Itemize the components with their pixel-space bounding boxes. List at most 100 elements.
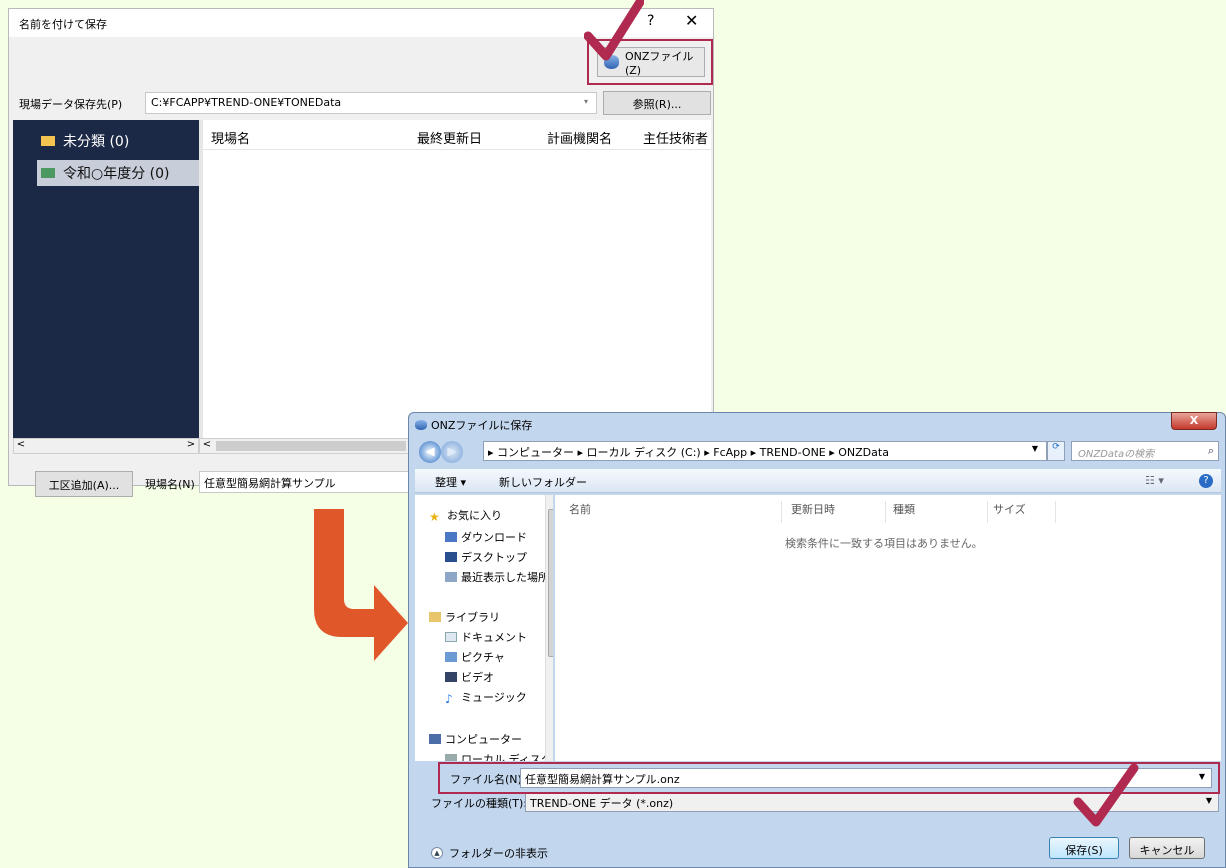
forward-icon[interactable]: ▶ bbox=[441, 441, 463, 463]
col-engineer[interactable]: 主任技術者 bbox=[643, 128, 708, 147]
onz-file-button[interactable]: ONZファイル(Z) bbox=[597, 47, 705, 77]
list-hscroll[interactable]: < bbox=[199, 438, 411, 454]
chevron-up-icon[interactable]: ▲ bbox=[431, 847, 443, 859]
browse-button[interactable]: 参照(R)... bbox=[603, 91, 711, 115]
filename-label: ファイル名(N): bbox=[450, 773, 526, 786]
col-modified[interactable]: 更新日時 bbox=[791, 501, 835, 517]
add-section-button[interactable]: 工区追加(A)... bbox=[35, 471, 133, 497]
col-name[interactable]: 名前 bbox=[569, 501, 591, 517]
onz-button-label: ONZファイル(Z) bbox=[624, 49, 694, 77]
back-icon[interactable]: ◀ bbox=[419, 441, 441, 463]
column-divider[interactable] bbox=[885, 501, 886, 523]
recent-places-icon bbox=[445, 572, 457, 582]
cancel-button[interactable]: キャンセル bbox=[1129, 837, 1205, 859]
breadcrumb[interactable]: ▸ コンピューター ▸ ローカル ディスク (C:) ▸ FcApp ▸ TRE… bbox=[488, 446, 889, 459]
help-icon[interactable]: ? bbox=[1199, 474, 1213, 488]
chevron-down-icon[interactable]: ▼ bbox=[1032, 444, 1038, 453]
address-bar[interactable]: ▸ コンピューター ▸ ローカル ディスク (C:) ▸ FcApp ▸ TRE… bbox=[483, 441, 1047, 461]
nav-recent[interactable]: 最近表示した場所 bbox=[445, 569, 549, 585]
star-icon: ★ bbox=[429, 510, 440, 524]
chevron-down-icon[interactable]: ▼ bbox=[1199, 772, 1205, 781]
folder-green-icon bbox=[41, 168, 55, 178]
filename-input[interactable]: 任意型簡易網計算サンプル.onz ▼ bbox=[520, 768, 1212, 788]
hide-folders-label: フォルダーの非表示 bbox=[449, 847, 548, 860]
refresh-icon[interactable]: ⟳ bbox=[1047, 441, 1065, 461]
filetype-value: TREND-ONE データ (*.onz) bbox=[530, 797, 674, 810]
chevron-down-icon[interactable]: ▾ bbox=[584, 97, 588, 106]
nav-label: コンピューター bbox=[445, 733, 522, 746]
nav-music[interactable]: ♪ ミュージック bbox=[445, 689, 527, 706]
folder-tree: 未分類 (0) 令和○年度分 (0) bbox=[13, 120, 199, 438]
nav-vscroll[interactable] bbox=[545, 495, 553, 761]
save-path-combo[interactable]: C:¥FCAPP¥TREND-ONE¥TONEData ▾ bbox=[145, 92, 597, 114]
save-path-label: 現場データ保存先(P) bbox=[19, 98, 123, 111]
toolbar: 整理 ▾ 新しいフォルダー ☷ ▾ ? bbox=[415, 469, 1221, 493]
column-divider[interactable] bbox=[781, 501, 782, 523]
close-button[interactable]: ✕ bbox=[685, 11, 698, 30]
close-button[interactable]: X bbox=[1171, 412, 1217, 430]
download-icon bbox=[445, 532, 457, 542]
nav-documents[interactable]: ドキュメント bbox=[445, 629, 527, 645]
col-updated[interactable]: 最終更新日 bbox=[417, 128, 482, 147]
tree-item-reiwa[interactable]: 令和○年度分 (0) bbox=[37, 160, 199, 186]
onz-disk-icon bbox=[604, 55, 619, 69]
music-icon: ♪ bbox=[445, 692, 453, 706]
nav-pictures[interactable]: ピクチャ bbox=[445, 649, 505, 665]
scroll-thumb[interactable] bbox=[216, 441, 406, 451]
disk-icon bbox=[445, 754, 457, 761]
nav-label: デスクトップ bbox=[461, 551, 527, 564]
search-input[interactable]: ONZDataの検索 ⌕ bbox=[1071, 441, 1219, 461]
save-button[interactable]: 保存(S) bbox=[1049, 837, 1119, 859]
onz-disk-icon bbox=[415, 420, 427, 430]
organize-button[interactable]: 整理 ▾ bbox=[435, 474, 466, 490]
dialog-title: ONZファイルに保存 bbox=[415, 417, 532, 433]
nav-local-disk[interactable]: ローカル ディスク bbox=[445, 751, 552, 761]
column-divider[interactable] bbox=[1055, 501, 1056, 523]
tree-hscroll[interactable]: < > bbox=[13, 438, 199, 454]
site-name-input[interactable]: 任意型簡易網計算サンプル bbox=[199, 471, 425, 493]
new-folder-button[interactable]: 新しいフォルダー bbox=[499, 474, 587, 490]
col-site-name[interactable]: 現場名 bbox=[211, 128, 250, 147]
nav-label: ドキュメント bbox=[461, 631, 527, 644]
nav-downloads[interactable]: ダウンロード bbox=[445, 529, 527, 545]
filename-highlight: ファイル名(N): 任意型簡易網計算サンプル.onz ▼ bbox=[438, 762, 1220, 794]
nav-videos[interactable]: ビデオ bbox=[445, 669, 494, 685]
scroll-left-icon[interactable]: < bbox=[200, 439, 214, 453]
video-icon bbox=[445, 672, 457, 682]
chevron-down-icon[interactable]: ▼ bbox=[1206, 796, 1212, 805]
tree-item-label: 未分類 (0) bbox=[63, 134, 130, 150]
dialog-title-text: ONZファイルに保存 bbox=[431, 419, 533, 432]
title-bar: 名前を付けて保存 ? ✕ bbox=[9, 9, 713, 37]
hide-folders-toggle[interactable]: ▲ フォルダーの非表示 bbox=[431, 845, 548, 861]
scroll-left-icon[interactable]: < bbox=[14, 439, 28, 453]
col-agency[interactable]: 計画機関名 bbox=[547, 128, 612, 147]
site-name-label: 現場名(N) bbox=[145, 478, 195, 491]
nav-computer[interactable]: コンピューター bbox=[429, 731, 522, 747]
nav-label: ビデオ bbox=[461, 671, 494, 684]
filetype-select[interactable]: TREND-ONE データ (*.onz) ▼ bbox=[525, 792, 1219, 812]
nav-desktop[interactable]: デスクトップ bbox=[445, 549, 527, 565]
desktop-icon bbox=[445, 552, 457, 562]
tree-item-uncategorized[interactable]: 未分類 (0) bbox=[37, 128, 199, 154]
navigation-pane: ★ お気に入り ダウンロード デスクトップ 最近表示した場所 ライブラリ ドキュメ… bbox=[415, 495, 553, 761]
search-icon[interactable]: ⌕ bbox=[1208, 444, 1214, 458]
search-placeholder: ONZDataの検索 bbox=[1078, 449, 1155, 460]
col-type[interactable]: 種類 bbox=[893, 501, 915, 517]
scroll-right-icon[interactable]: > bbox=[184, 439, 198, 453]
nav-libraries[interactable]: ライブラリ bbox=[429, 609, 500, 625]
site-list: 現場名 最終更新日 計画機関名 主任技術者 bbox=[199, 120, 711, 438]
col-size[interactable]: サイズ bbox=[993, 501, 1026, 517]
column-divider[interactable] bbox=[987, 501, 988, 523]
help-button[interactable]: ? bbox=[647, 13, 654, 29]
view-options-icon[interactable]: ☷ ▾ bbox=[1145, 474, 1164, 487]
nav-label: 最近表示した場所 bbox=[461, 571, 549, 584]
nav-favorites[interactable]: ★ お気に入り bbox=[429, 507, 502, 524]
library-icon bbox=[429, 612, 441, 622]
navigation-row: ◀ ▶ ▸ コンピューター ▸ ローカル ディスク (C:) ▸ FcApp ▸… bbox=[415, 439, 1221, 463]
computer-icon bbox=[429, 734, 441, 744]
nav-label: ミュージック bbox=[461, 691, 527, 704]
scroll-thumb[interactable] bbox=[548, 509, 553, 657]
document-icon bbox=[445, 632, 457, 642]
save-path-value: C:¥FCAPP¥TREND-ONE¥TONEData bbox=[151, 96, 342, 109]
nav-label: ローカル ディスク bbox=[461, 753, 552, 761]
